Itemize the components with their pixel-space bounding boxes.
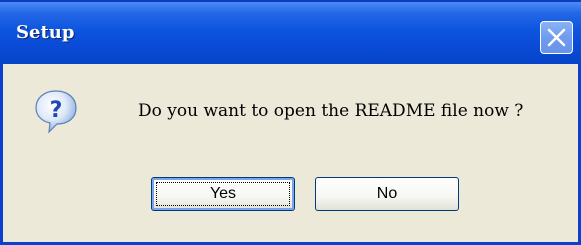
- dialog-message: Do you want to open the README file now …: [138, 101, 524, 121]
- setup-dialog: Setup ? Do you want to open the README f…: [0, 0, 581, 245]
- window-title: Setup: [16, 22, 75, 43]
- no-button[interactable]: No: [315, 177, 459, 211]
- svg-text:?: ?: [50, 98, 63, 123]
- close-icon: [547, 28, 566, 47]
- dialog-body: ? Do you want to open the README file no…: [3, 64, 578, 242]
- yes-button[interactable]: Yes: [151, 177, 295, 211]
- title-bar[interactable]: Setup: [0, 0, 581, 64]
- close-button[interactable]: [540, 21, 573, 54]
- question-icon: ?: [35, 90, 77, 134]
